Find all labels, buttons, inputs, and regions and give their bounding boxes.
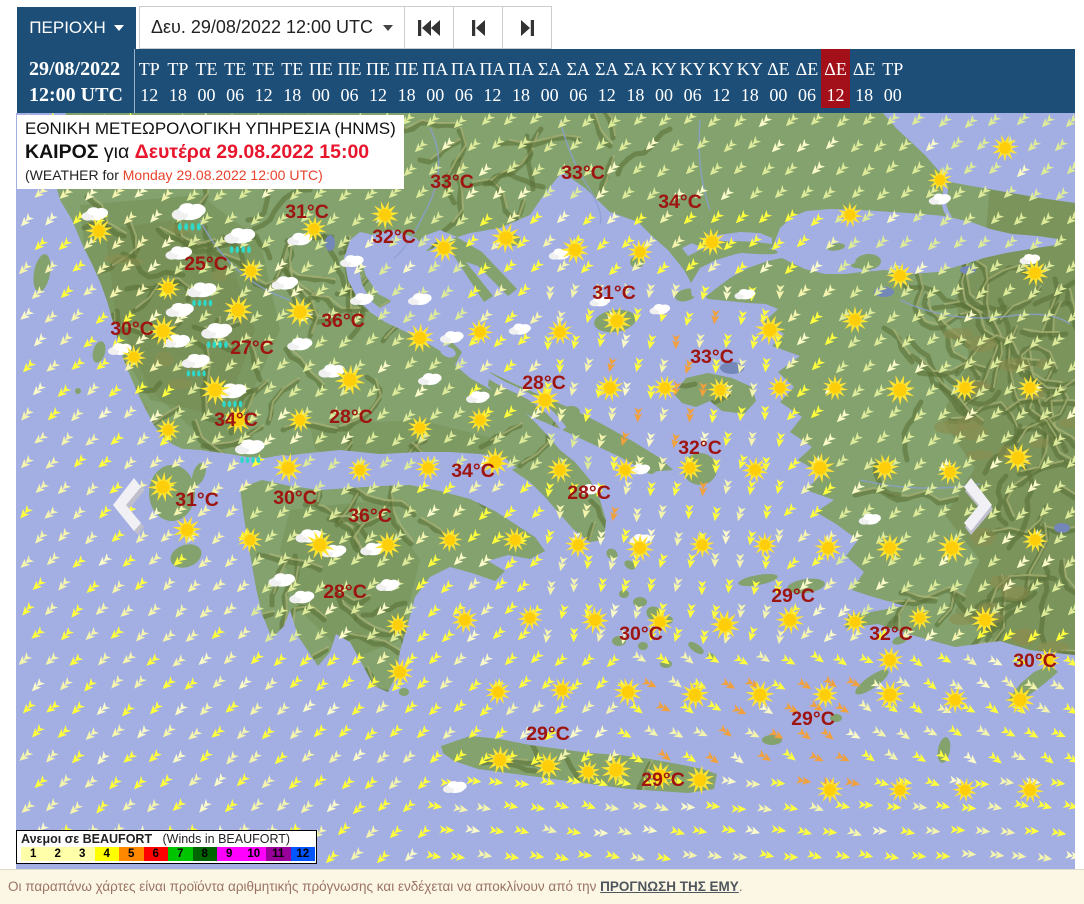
- svg-text:29°C: 29°C: [641, 769, 685, 791]
- svg-text:29°C: 29°C: [771, 585, 815, 607]
- svg-text:33°C: 33°C: [690, 346, 734, 368]
- svg-text:33°C: 33°C: [430, 171, 474, 193]
- svg-text:32°C: 32°C: [372, 226, 416, 248]
- svg-text:32°C: 32°C: [678, 437, 722, 459]
- svg-text:28°C: 28°C: [329, 406, 373, 428]
- svg-text:34°C: 34°C: [451, 460, 495, 482]
- svg-text:28°C: 28°C: [323, 581, 367, 603]
- svg-text:32°C: 32°C: [869, 623, 913, 645]
- svg-text:33°C: 33°C: [561, 162, 605, 184]
- svg-text:34°C: 34°C: [214, 409, 258, 431]
- svg-text:28°C: 28°C: [522, 372, 566, 394]
- svg-text:28°C: 28°C: [567, 482, 611, 504]
- svg-text:31°C: 31°C: [285, 201, 329, 223]
- svg-text:29°C: 29°C: [791, 708, 835, 730]
- svg-text:30°C: 30°C: [110, 318, 154, 340]
- svg-text:30°C: 30°C: [619, 623, 663, 645]
- svg-text:27°C: 27°C: [230, 337, 274, 359]
- svg-text:31°C: 31°C: [592, 282, 636, 304]
- svg-text:31°C: 31°C: [175, 489, 219, 511]
- svg-text:29°C: 29°C: [526, 723, 570, 745]
- svg-text:30°C: 30°C: [273, 487, 317, 509]
- svg-text:34°C: 34°C: [658, 191, 702, 213]
- svg-text:25°C: 25°C: [184, 253, 228, 275]
- svg-text:36°C: 36°C: [321, 310, 365, 332]
- svg-text:30°C: 30°C: [1013, 650, 1057, 672]
- svg-text:36°C: 36°C: [348, 505, 392, 527]
